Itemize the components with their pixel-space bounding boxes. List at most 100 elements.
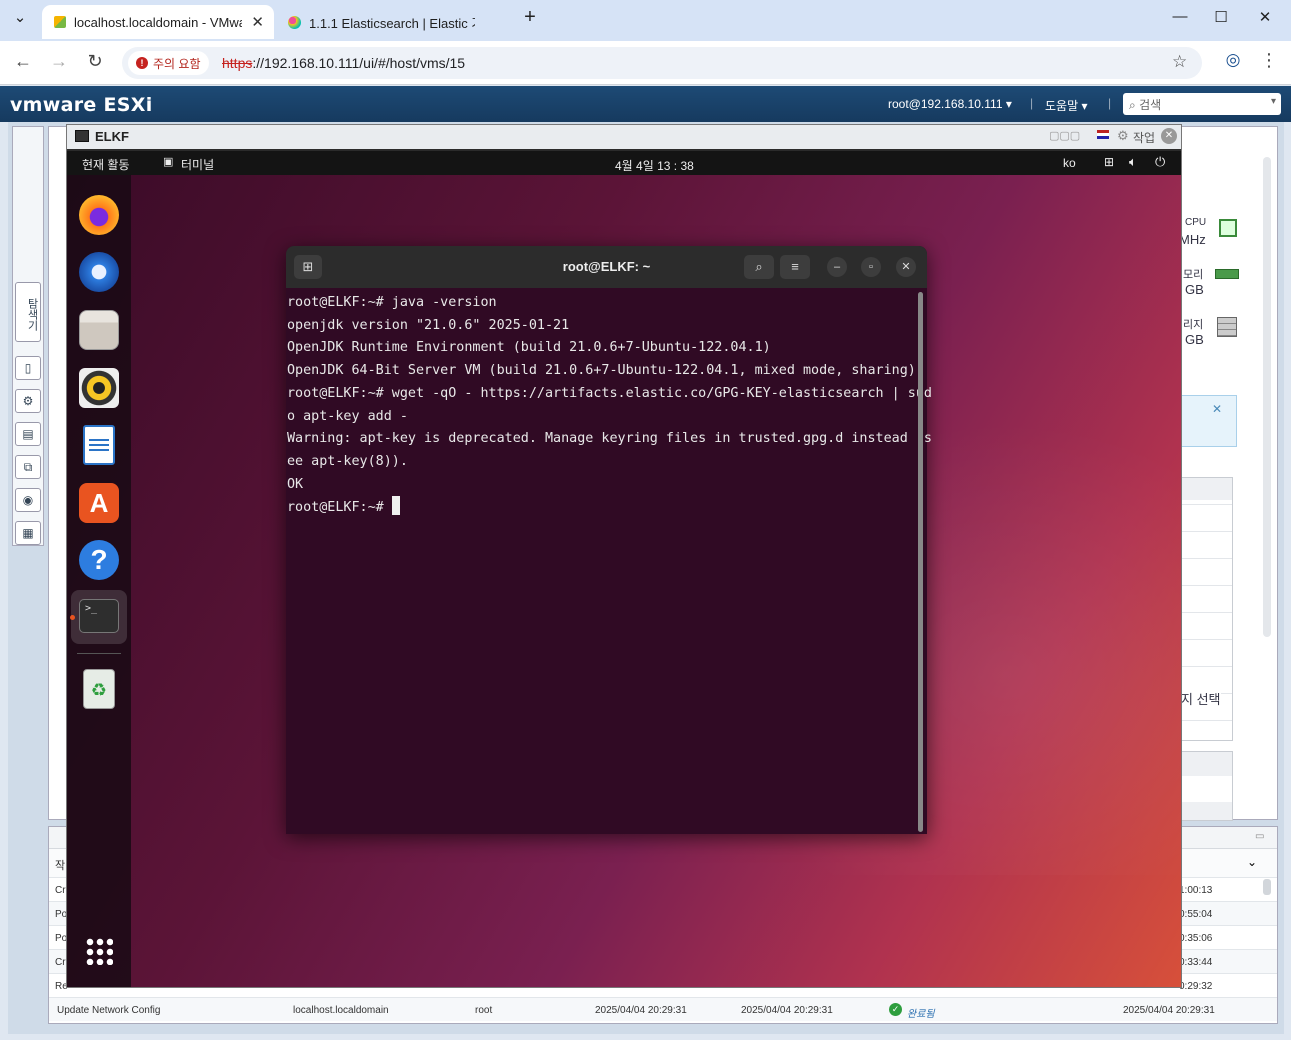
- rhythmbox-icon[interactable]: [79, 368, 119, 408]
- network-icon[interactable]: ▦: [15, 521, 41, 545]
- menu-dots-icon[interactable]: ⋮: [1256, 50, 1282, 74]
- close-icon[interactable]: ✕: [896, 257, 916, 277]
- terminal-scrollbar[interactable]: [918, 292, 923, 832]
- elastic-icon: [288, 15, 301, 29]
- memory-label: 모리: [1183, 269, 1204, 281]
- dock-separator: [77, 653, 121, 654]
- chevron-down-icon[interactable]: ▾: [1271, 96, 1276, 107]
- success-check-icon: ✓: [889, 1003, 902, 1016]
- security-chip[interactable]: ! 주의 요함: [128, 51, 209, 75]
- time-cell: 1:00:13: [1179, 885, 1213, 896]
- app-grid-icon[interactable]: [85, 937, 113, 965]
- terminal-prompt-line[interactable]: root@ELKF:~#: [287, 496, 926, 520]
- url-text[interactable]: https://192.168.10.111/ui/#/host/vms/15: [222, 55, 465, 71]
- storage-icon[interactable]: ◉: [15, 488, 41, 512]
- reload-icon[interactable]: ↻: [82, 51, 108, 75]
- storage-label: 리지: [1183, 319, 1204, 331]
- terminal-output[interactable]: root@ELKF:~# java -version openjdk versio…: [286, 288, 932, 834]
- firefox-icon[interactable]: [79, 195, 119, 235]
- close-icon[interactable]: ✕: [1212, 402, 1222, 416]
- window-controls-icon[interactable]: ▢▢▢: [1049, 129, 1080, 142]
- profile-icon[interactable]: ◎: [1220, 50, 1246, 74]
- volume-icon[interactable]: 🔈︎: [1129, 154, 1137, 170]
- terminal-small-icon: ▣: [163, 156, 174, 168]
- search-placeholder: 검색: [1139, 98, 1162, 112]
- table-row[interactable]: Update Network Config localhost.localdom…: [49, 997, 1277, 1021]
- terminal-icon: >_: [79, 599, 119, 633]
- help-menu[interactable]: 도움말 ▾: [1045, 97, 1087, 114]
- input-method[interactable]: ko: [1063, 156, 1076, 170]
- tab-search-button[interactable]: ⌄: [4, 8, 36, 32]
- storage-unit: GB: [1185, 332, 1204, 347]
- help-icon[interactable]: ?: [79, 540, 119, 580]
- cpu-label: CPU: [1185, 217, 1207, 228]
- trash-icon[interactable]: ♻: [83, 669, 115, 709]
- thunderbird-icon[interactable]: [79, 252, 119, 292]
- close-tab-icon[interactable]: ✕: [251, 13, 264, 31]
- clock[interactable]: 4월 4일 13 : 38: [615, 157, 694, 174]
- network-icon[interactable]: ⊞: [1104, 155, 1114, 169]
- user-menu[interactable]: root@192.168.10.111 ▾: [888, 97, 1012, 111]
- close-icon[interactable]: ✕: [1161, 128, 1177, 144]
- task-cell: Cr: [55, 885, 66, 896]
- initiator-cell: root: [475, 1005, 493, 1016]
- console-icon: [75, 130, 89, 142]
- keyboard-layout-icon[interactable]: [1097, 130, 1109, 139]
- manage-icon[interactable]: ⚙: [15, 389, 41, 413]
- search-icon[interactable]: ⌕: [744, 255, 774, 279]
- terminal-line: root@ELKF:~# java -version: [287, 295, 497, 310]
- back-icon[interactable]: ←: [10, 51, 36, 75]
- monitor-icon[interactable]: ▤: [15, 422, 41, 446]
- gnome-top-bar: 현재 활동 ▣ 터미널 4월 4일 13 : 38 ko ⊞ 🔈︎ ⏻: [67, 151, 1181, 175]
- cpu-chip-icon: [1219, 219, 1237, 237]
- minimize-panel-icon[interactable]: ▭: [1255, 831, 1264, 842]
- bookmark-star-icon[interactable]: ☆: [1172, 52, 1187, 72]
- terminal-window[interactable]: ⊞ root@ELKF: ~ ⌕ ≡ – ▫ ✕ root@ELKF:~# ja…: [286, 246, 932, 834]
- ubuntu-dock: A ? >_ ♻: [67, 175, 131, 987]
- tab-title: localhost.localdomain - VMware ESXi: [74, 14, 242, 30]
- started-cell: 2025/04/04 20:29:31: [741, 1005, 833, 1016]
- storage-icon: [1217, 317, 1237, 337]
- files-icon[interactable]: [79, 310, 119, 350]
- terminal-line: openjdk version "21.0.6" 2025-01-21: [287, 317, 570, 333]
- power-icon[interactable]: ⏻: [1155, 154, 1165, 170]
- minimize-icon[interactable]: –: [827, 257, 847, 277]
- actions-menu[interactable]: 작업: [1133, 129, 1155, 146]
- terminal-line: OpenJDK Runtime Environment (build 21.0.…: [287, 340, 771, 356]
- vmware-icon: [54, 16, 66, 28]
- writer-icon[interactable]: [83, 425, 115, 465]
- config-table: [1179, 751, 1233, 821]
- maximize-icon[interactable]: ▫: [861, 257, 881, 277]
- vms-icon[interactable]: ⧉: [15, 455, 41, 479]
- app-center-icon[interactable]: A: [79, 483, 119, 523]
- gear-icon[interactable]: ⚙: [1117, 128, 1129, 144]
- terminal-dock-item[interactable]: >_: [71, 590, 127, 644]
- forward-icon[interactable]: →: [46, 51, 72, 75]
- tab-esxi[interactable]: localhost.localdomain - VMware ESXi ✕: [42, 5, 274, 39]
- terminal-headerbar: ⊞ root@ELKF: ~ ⌕ ≡ – ▫ ✕: [286, 246, 927, 288]
- info-banner: ✕: [1179, 395, 1237, 447]
- address-bar[interactable]: ! 주의 요함 https://192.168.10.111/ui/#/host…: [122, 47, 1202, 79]
- maximize-window-button[interactable]: ☐: [1201, 8, 1241, 32]
- hamburger-menu-icon[interactable]: ≡: [780, 255, 810, 279]
- time-cell: 0:55:04: [1179, 909, 1213, 920]
- running-indicator: [70, 615, 75, 620]
- app-menu[interactable]: 터미널: [181, 156, 214, 173]
- terminal-line: Warning: apt-key is deprecated. Manage k…: [287, 431, 932, 447]
- select-label: 지 선택: [1181, 689, 1221, 708]
- scrollbar[interactable]: [1263, 879, 1271, 895]
- terminal-line: OpenJDK 64-Bit Server VM (build 21.0.6+7…: [287, 363, 916, 379]
- chevron-down-icon[interactable]: ⌄: [1247, 855, 1257, 869]
- navigator-collapsed[interactable]: 탐색기: [12, 126, 44, 546]
- minimize-window-button[interactable]: —: [1160, 8, 1200, 32]
- esxi-search-input[interactable]: ⌕ 검색 ▾: [1123, 93, 1281, 115]
- tab-elastic[interactable]: 1.1.1 Elasticsearch | Elastic 가이드: [276, 5, 508, 39]
- activities-button[interactable]: 현재 활동: [82, 156, 130, 173]
- close-window-button[interactable]: ✕: [1245, 8, 1285, 32]
- scrollbar[interactable]: [1263, 157, 1271, 637]
- navigator-label[interactable]: 탐색기: [15, 282, 41, 342]
- divider: |: [1108, 96, 1112, 110]
- host-icon[interactable]: ▯: [15, 356, 41, 380]
- time-cell: 0:29:32: [1179, 981, 1213, 992]
- new-tab-button[interactable]: +: [514, 6, 546, 30]
